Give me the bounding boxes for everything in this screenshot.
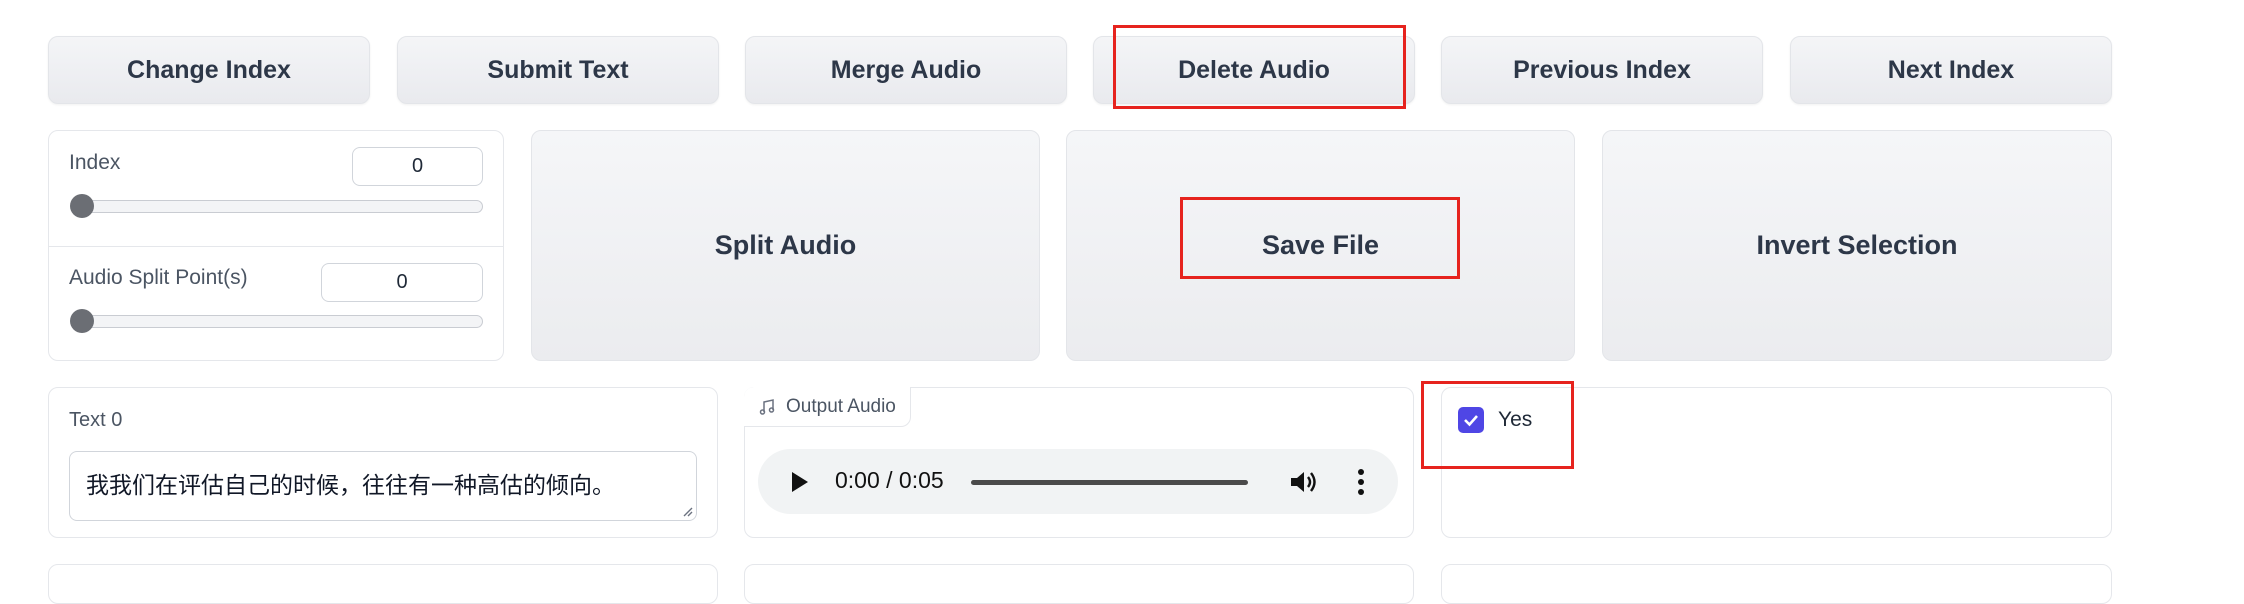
index-label: Index — [69, 151, 121, 174]
yes-checkbox-highlight — [1421, 381, 1574, 469]
audio-time: 0:00 / 0:05 — [835, 467, 944, 493]
volume-icon[interactable] — [1288, 468, 1318, 496]
audio-label-tab: Output Audio — [744, 387, 911, 427]
split-point-label: Audio Split Point(s) — [69, 266, 248, 289]
submit-text-button[interactable]: Submit Text — [397, 36, 719, 104]
split-point-slider-thumb[interactable] — [70, 309, 94, 333]
change-index-button[interactable]: Change Index — [48, 36, 370, 104]
index-slider-thumb[interactable] — [70, 194, 94, 218]
next-row-panel — [744, 564, 1414, 604]
text-value: 我我们在评估自己的时候，往往有一种高估的倾向。 — [86, 472, 615, 498]
index-slider-track[interactable] — [71, 200, 483, 213]
save-file-highlight — [1180, 197, 1460, 279]
text-label: Text 0 — [69, 409, 123, 431]
invert-selection-button[interactable]: Invert Selection — [1602, 130, 2112, 361]
play-icon[interactable] — [788, 469, 812, 495]
split-point-number-input[interactable]: 0 — [321, 263, 483, 302]
audio-progress-track[interactable] — [971, 480, 1248, 485]
divider — [49, 246, 503, 247]
split-audio-button[interactable]: Split Audio — [531, 130, 1040, 361]
music-note-icon — [759, 398, 775, 415]
more-options-icon[interactable] — [1356, 467, 1366, 497]
resize-handle-icon[interactable] — [681, 505, 693, 517]
previous-index-button[interactable]: Previous Index — [1441, 36, 1763, 104]
next-row-panel — [1441, 564, 2112, 604]
delete-audio-highlight — [1113, 25, 1406, 109]
next-index-button[interactable]: Next Index — [1790, 36, 2112, 104]
audio-label: Output Audio — [786, 395, 896, 417]
next-row-panel — [48, 564, 718, 604]
audio-player: 0:00 / 0:05 — [758, 449, 1398, 514]
text-input[interactable]: 我我们在评估自己的时候，往往有一种高估的倾向。 — [69, 451, 697, 521]
merge-audio-button[interactable]: Merge Audio — [745, 36, 1067, 104]
index-number-input[interactable]: 0 — [352, 147, 483, 186]
split-point-slider-track[interactable] — [71, 315, 483, 328]
